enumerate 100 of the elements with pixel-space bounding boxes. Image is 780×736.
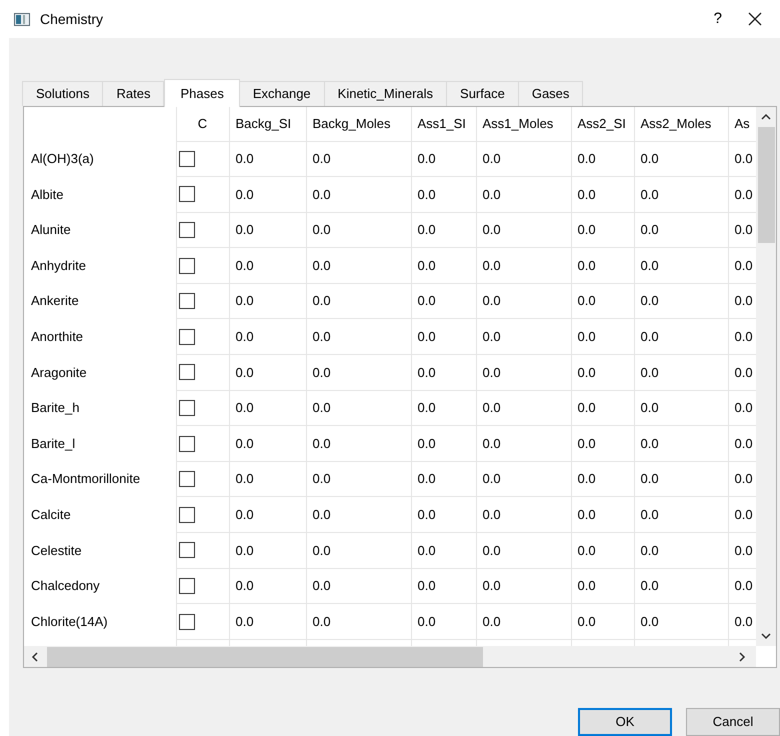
scroll-up-icon[interactable]	[761, 113, 771, 121]
column-header[interactable]: C	[198, 116, 208, 131]
table-cell: 0.0	[312, 151, 331, 166]
table-cell: 0.0	[418, 222, 436, 238]
column-header[interactable]: Backg_SI	[236, 116, 292, 131]
tab[interactable]: Phases	[164, 79, 240, 107]
scroll-right-icon[interactable]	[738, 652, 746, 662]
table-cell: 0.0	[734, 151, 753, 166]
checkbox[interactable]	[178, 400, 194, 416]
table-cell: 0.0	[418, 400, 436, 416]
checkbox[interactable]	[178, 578, 194, 594]
table-cell: 0.0	[640, 400, 659, 416]
column-header[interactable]: Ass1_Moles	[482, 116, 554, 131]
column-header[interactable]: Ass2_Moles	[640, 116, 712, 131]
row-header: Alunite	[31, 222, 71, 238]
checkbox[interactable]	[178, 436, 194, 452]
window-title: Chemistry	[40, 10, 104, 29]
horizontal-scrollbar[interactable]	[24, 646, 756, 667]
checkbox[interactable]	[178, 293, 194, 310]
tab[interactable]: Rates	[102, 81, 164, 106]
checkbox[interactable]	[178, 186, 194, 202]
table-cell: 0.0	[312, 614, 331, 629]
row-header: Calcite	[31, 506, 71, 522]
table-cell: 0.0	[640, 542, 659, 558]
checkbox[interactable]	[178, 222, 194, 238]
dialog-button[interactable]: OK	[578, 708, 672, 736]
table-cell: 0.0	[734, 186, 753, 202]
table-cell: 0.0	[482, 436, 501, 451]
table-cell: 0.0	[640, 578, 659, 594]
column-header[interactable]: Backg_Moles	[312, 116, 391, 131]
tab[interactable]: Solutions	[22, 81, 104, 106]
table-cell: 0.0	[578, 436, 596, 451]
table-cell: 0.0	[482, 471, 501, 486]
table-cell: 0.0	[418, 436, 436, 451]
table-cell: 0.0	[640, 293, 659, 308]
table-cell: 0.0	[578, 364, 596, 380]
row-header: Anorthite	[31, 329, 84, 344]
table-cell: 0.0	[578, 400, 596, 416]
table-cell: 0.0	[482, 506, 501, 522]
table-cell: 0.0	[640, 471, 659, 486]
checkbox[interactable]	[178, 471, 194, 488]
table-cell: 0.0	[236, 614, 254, 629]
scroll-thumb[interactable]	[47, 646, 483, 666]
table-cell: 0.0	[734, 578, 753, 594]
scroll-left-icon[interactable]	[31, 652, 39, 662]
row-header: Anhydrite	[31, 258, 86, 273]
table-cell: 0.0	[418, 578, 436, 594]
table-cell: 0.0	[236, 151, 254, 166]
table-cell: 0.0	[482, 542, 501, 558]
column-header[interactable]: Ass2_SI	[578, 116, 626, 131]
table-cell: 0.0	[734, 258, 753, 273]
table-cell: 0.0	[734, 614, 753, 629]
table-cell: 0.0	[418, 186, 436, 202]
checkbox[interactable]	[178, 258, 194, 274]
table-cell: 0.0	[312, 329, 331, 344]
table-cell: 0.0	[418, 471, 436, 486]
checkbox[interactable]	[178, 150, 194, 167]
table-cell: 0.0	[236, 400, 254, 416]
row-header: Chalcedony	[31, 578, 100, 594]
column-header[interactable]: Ass1_SI	[418, 116, 466, 131]
table-cell: 0.0	[482, 151, 501, 166]
table-cell: 0.0	[236, 471, 254, 486]
checkbox[interactable]	[178, 328, 194, 345]
row-header: Chlorite(14A)	[31, 614, 108, 629]
row-header: Ankerite	[31, 293, 79, 308]
close-icon[interactable]	[748, 12, 762, 26]
checkbox[interactable]	[178, 542, 194, 558]
table-cell: 0.0	[640, 186, 659, 202]
row-header: Aragonite	[31, 364, 87, 380]
table-cell: 0.0	[418, 614, 436, 629]
table-cell: 0.0	[236, 364, 254, 380]
table-cell: 0.0	[418, 258, 436, 273]
table-cell: 0.0	[312, 400, 331, 416]
checkbox[interactable]	[178, 506, 194, 523]
table-cell: 0.0	[734, 471, 753, 486]
table-cell: 0.0	[578, 222, 596, 238]
column-header[interactable]: As	[734, 116, 750, 131]
dialog-button[interactable]: Cancel	[686, 708, 780, 736]
table-cell: 0.0	[418, 329, 436, 344]
scroll-down-icon[interactable]	[761, 632, 771, 640]
table-cell: 0.0	[640, 506, 659, 522]
checkbox[interactable]	[178, 364, 194, 380]
table-cell: 0.0	[312, 436, 331, 451]
table-cell: 0.0	[578, 293, 596, 308]
table-cell: 0.0	[734, 436, 753, 451]
row-header: Al(OH)3(a)	[31, 151, 94, 166]
help-button[interactable]: ?	[714, 8, 722, 30]
table-cell: 0.0	[640, 436, 659, 451]
table-cell: 0.0	[578, 258, 596, 273]
vertical-scrollbar[interactable]	[756, 107, 776, 646]
table-cell: 0.0	[482, 258, 501, 273]
table-cell: 0.0	[312, 186, 331, 202]
table-cell: 0.0	[418, 364, 436, 380]
table-cell: 0.0	[312, 293, 331, 308]
row-header: Celestite	[31, 542, 82, 558]
scroll-thumb[interactable]	[758, 127, 774, 243]
table-cell: 0.0	[236, 293, 254, 308]
tab[interactable]: Gases	[518, 81, 584, 106]
table-cell: 0.0	[312, 471, 331, 486]
checkbox[interactable]	[178, 614, 194, 630]
